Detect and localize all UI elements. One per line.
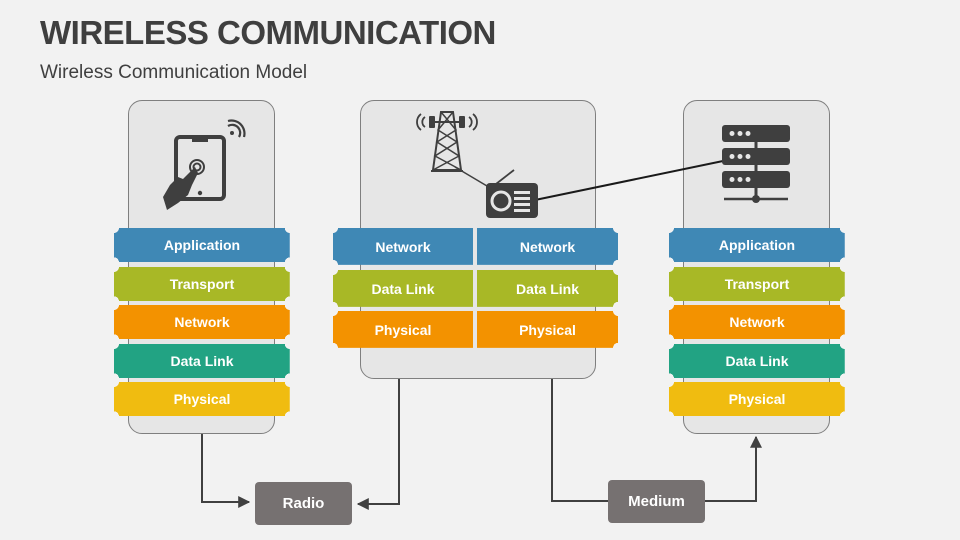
radio-label-box: Radio	[255, 482, 352, 525]
left-layer-transport: Transport	[114, 267, 290, 301]
middle-right-layer-physical: Physical	[477, 311, 618, 348]
wifi-icon	[225, 118, 245, 138]
middle-left-layer-data-link: Data Link	[333, 270, 473, 307]
radio-icon	[486, 169, 538, 218]
left-layer-application: Application	[114, 228, 290, 262]
middle-left-layer-physical: Physical	[333, 311, 473, 348]
middle-right-layer-network: Network	[477, 228, 618, 265]
middle-right-layer-data-link: Data Link	[477, 270, 618, 307]
middle-left-layer-network: Network	[333, 228, 473, 265]
page-subtitle: Wireless Communication Model	[40, 62, 308, 83]
right-layer-network: Network	[669, 305, 845, 339]
left-layer-data-link: Data Link	[114, 344, 290, 378]
right-layer-physical: Physical	[669, 382, 845, 416]
medium-to-right-line	[704, 435, 762, 502]
left-layer-network: Network	[114, 305, 290, 339]
medium-label-box: Medium	[608, 480, 705, 523]
left-to-radio-line	[201, 434, 251, 508]
page-title: WIRELESS COMMUNICATION	[40, 14, 496, 51]
left-layer-physical: Physical	[114, 382, 290, 416]
middle-to-radio-line	[356, 379, 400, 510]
right-layer-data-link: Data Link	[669, 344, 845, 378]
middle-to-medium-line	[551, 379, 608, 502]
right-layer-transport: Transport	[669, 267, 845, 301]
server-rack-icon	[722, 125, 790, 203]
right-layer-application: Application	[669, 228, 845, 262]
radio-tower-icon	[416, 111, 478, 172]
